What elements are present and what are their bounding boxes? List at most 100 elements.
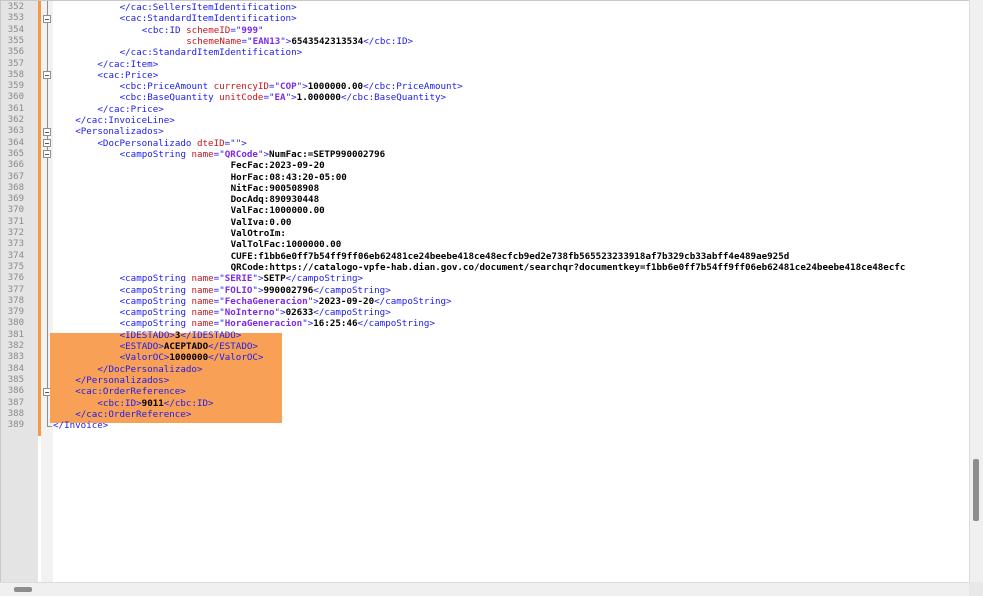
line-number: 377 xyxy=(7,284,24,295)
code-text: </DocPersonalizado> xyxy=(97,364,202,375)
fold-collapse-icon[interactable] xyxy=(43,150,51,159)
code-token: </DocPersonalizado> xyxy=(97,363,203,375)
code-text: <cbc:ID schemeID="999" xyxy=(142,25,264,36)
code-token: <cac:Price> xyxy=(97,69,159,81)
fold-collapse-icon[interactable] xyxy=(43,139,51,148)
code-text: <DocPersonalizado dteID=""> xyxy=(97,138,246,149)
code-token: 02633 xyxy=(285,307,314,319)
line-number: 365 xyxy=(7,148,24,159)
fold-end-marker xyxy=(47,426,52,428)
code-token: </cac:Price> xyxy=(97,103,164,115)
code-token: </campoString> xyxy=(313,284,391,296)
code-token: FOLIO xyxy=(224,284,253,296)
code-token: 2023-09-20 xyxy=(318,295,375,307)
horizontal-scroll-thumb[interactable] xyxy=(14,587,32,592)
code-text: </cac:Item> xyxy=(97,59,158,70)
code-token: ValIva:0.00 xyxy=(230,216,292,228)
code-text: </cac:OrderReference> xyxy=(75,409,191,420)
code-token: COP xyxy=(280,81,297,93)
line-number: 353 xyxy=(7,13,24,24)
code-token: NumFac:=SETP990002796 xyxy=(269,148,386,160)
code-token: <campoString xyxy=(119,295,192,307)
line-number: 355 xyxy=(7,35,24,46)
code-token: 1000000 xyxy=(169,352,209,364)
code-token: =" xyxy=(241,35,253,47)
code-token: <campoString xyxy=(119,148,192,160)
code-token: <campoString xyxy=(119,307,192,319)
code-token: "> xyxy=(252,273,264,285)
code-token: 999 xyxy=(241,24,259,36)
code-text: QRCode:https://catalogo-vpfe-hab.dian.go… xyxy=(231,262,906,273)
code-token: currencyID xyxy=(213,81,269,93)
fold-collapse-icon[interactable] xyxy=(43,127,51,136)
fold-collapse-icon[interactable] xyxy=(43,71,51,80)
code-token: </cac:SellersItemIdentification> xyxy=(119,2,297,13)
code-token: <Personalizados> xyxy=(75,126,164,138)
vertical-scroll-thumb[interactable] xyxy=(973,459,979,521)
line-number: 371 xyxy=(7,216,24,227)
code-token: 1000000.00 xyxy=(307,81,364,93)
line-number: 361 xyxy=(7,103,24,114)
code-token: CUFE:f1bb6e0ff7b54ff9ff06eb62481ce24beeb… xyxy=(230,250,790,262)
line-number: 374 xyxy=(7,250,24,261)
code-token: schemeName xyxy=(186,35,242,47)
line-number: 387 xyxy=(7,397,24,408)
code-token: "> xyxy=(252,284,264,296)
code-token: DocAdq:890930448 xyxy=(230,194,320,206)
code-text: </Invoice> xyxy=(53,420,108,431)
vertical-scrollbar[interactable] xyxy=(969,0,983,582)
line-number: 357 xyxy=(7,58,24,69)
line-number: 366 xyxy=(7,160,24,171)
code-token: </ValorOC> xyxy=(208,352,264,364)
code-text: schemeName="EAN13">6543542313534</cbc:ID… xyxy=(186,36,413,47)
line-number: 372 xyxy=(7,228,24,238)
code-text: <Personalizados> xyxy=(75,126,164,137)
code-token: ValFac:1000000.00 xyxy=(230,205,325,217)
horizontal-scrollbar[interactable] xyxy=(0,582,969,596)
code-text: </cac:Price> xyxy=(97,104,163,115)
code-token: "> xyxy=(274,307,286,319)
scrollbar-corner xyxy=(969,582,983,596)
code-token: schemeID xyxy=(186,24,231,36)
code-text: <cac:Price> xyxy=(97,70,158,81)
code-text: </cac:InvoiceLine> xyxy=(75,115,175,126)
code-token: </ESTADO> xyxy=(208,341,258,352)
code-token: <IDESTADO> xyxy=(119,329,175,341)
code-text: <ESTADO>ACEPTADO</ESTADO> xyxy=(120,341,258,352)
code-token: QRCode:https://catalogo-vpfe-hab.dian.go… xyxy=(230,261,906,273)
code-text: <cac:OrderReference> xyxy=(75,386,186,397)
line-number: 360 xyxy=(7,92,24,103)
line-number: 359 xyxy=(7,81,24,92)
code-text: <campoString name="NoInterno">02633</cam… xyxy=(120,307,391,318)
line-number: 382 xyxy=(7,341,24,351)
code-token: </Invoice> xyxy=(53,420,109,432)
code-token: <DocPersonalizado xyxy=(97,137,197,149)
code-token: =" xyxy=(213,295,225,307)
code-token: 1.000000 xyxy=(296,92,341,104)
line-number: 388 xyxy=(7,408,24,419)
line-number: 367 xyxy=(7,171,24,182)
fold-collapse-icon[interactable] xyxy=(43,14,51,23)
line-number: 358 xyxy=(7,69,24,80)
code-token: =" xyxy=(213,148,225,160)
code-token: 6543542313534 xyxy=(291,35,364,47)
fold-margin xyxy=(41,1,53,582)
line-number: 370 xyxy=(7,205,24,216)
code-token: 990002796 xyxy=(263,284,314,296)
code-token: </cac:Item> xyxy=(97,58,159,70)
line-number: 364 xyxy=(7,137,24,148)
code-token: <campoString xyxy=(119,273,192,285)
code-text: NitFac:900508908 xyxy=(231,183,320,194)
code-token: </cbc:PriceAmount> xyxy=(363,81,463,93)
line-number: 376 xyxy=(7,273,24,284)
code-token: </campoString> xyxy=(285,273,364,285)
code-token: name xyxy=(191,148,214,160)
code-token: HorFac:08:43:20-05:00 xyxy=(230,171,347,183)
code-token: NoInterno xyxy=(224,307,275,319)
code-text: FecFac:2023-09-20 xyxy=(231,160,325,171)
code-editor[interactable]: 352 </cac:SellersItemIdentification> 353 <c… xyxy=(0,0,969,582)
code-text: <campoString name="HoraGeneracion">16:25… xyxy=(120,318,435,329)
code-text: ValOtroIm: xyxy=(231,228,286,239)
line-number: 383 xyxy=(7,352,24,363)
code-token: FechaGeneracion xyxy=(224,295,308,307)
